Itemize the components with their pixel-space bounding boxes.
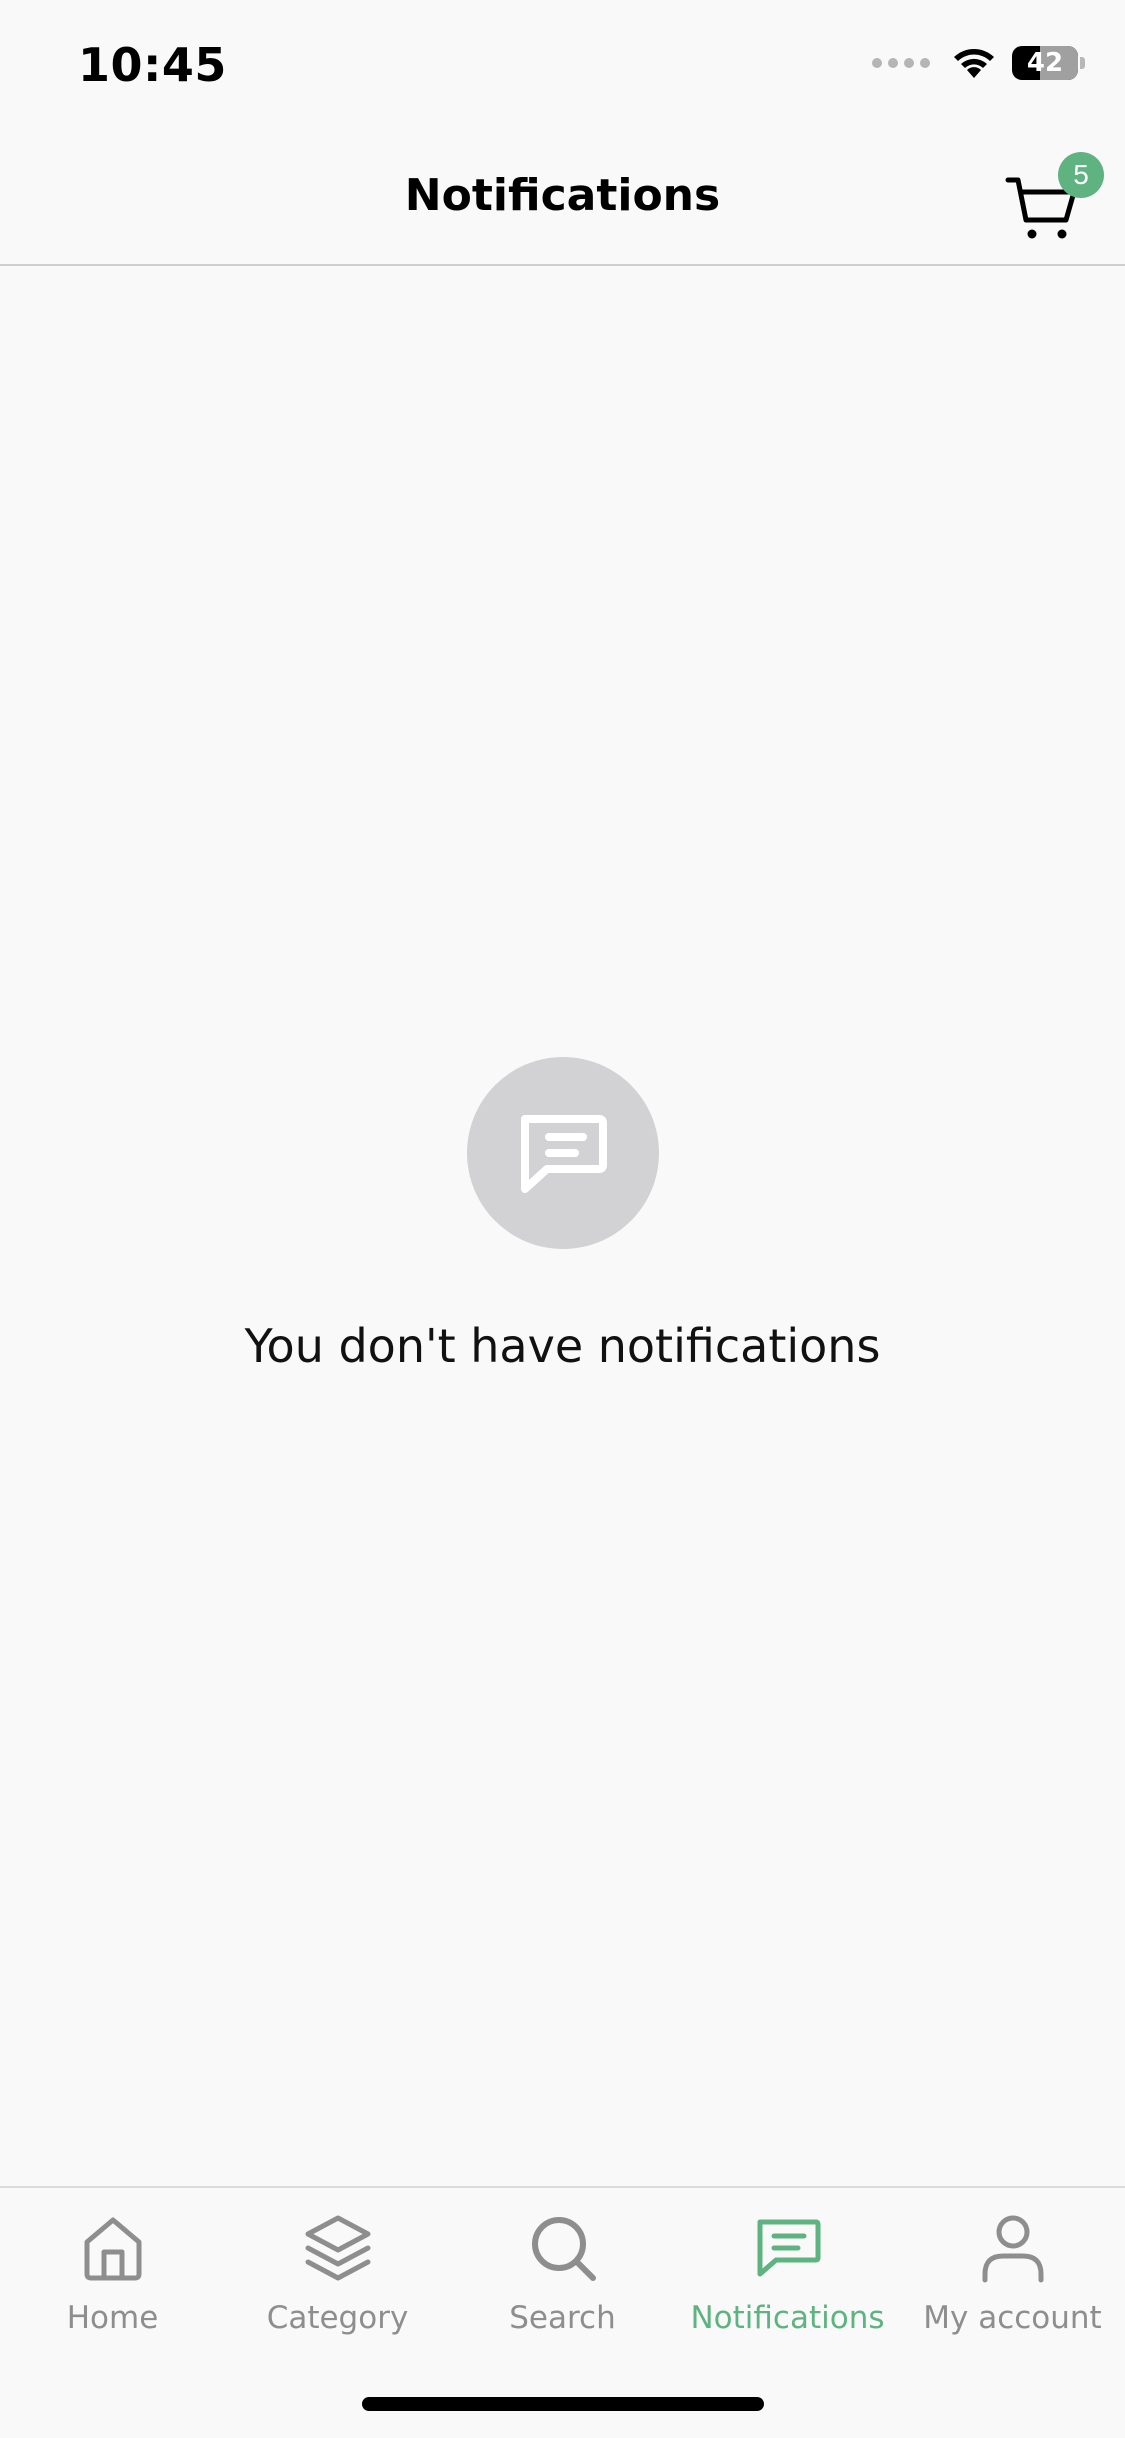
status-time: 10:45 xyxy=(78,38,227,92)
tab-label-my-account: My account xyxy=(923,2300,1102,2336)
empty-state-message: You don't have notifications xyxy=(244,1319,881,1373)
search-icon xyxy=(531,2217,596,2281)
cart-button[interactable]: 5 xyxy=(998,152,1104,252)
tab-label-category: Category xyxy=(266,2300,409,2336)
status-bar: 10:45 42 xyxy=(0,0,1125,140)
tab-label-search: Search xyxy=(509,2300,616,2336)
battery-cap xyxy=(1080,57,1085,69)
tab-search[interactable]: Search xyxy=(450,2212,675,2352)
tab-label-home: Home xyxy=(66,2300,159,2336)
tab-category[interactable]: Category xyxy=(225,2212,450,2352)
empty-state-icon-container xyxy=(466,1057,659,1249)
navigation-header: Notifications 5 xyxy=(0,140,1125,266)
tab-notifications[interactable]: Notifications xyxy=(675,2212,900,2352)
cart-count-badge: 5 xyxy=(1058,152,1104,198)
user-icon xyxy=(982,2215,1043,2283)
wifi-icon xyxy=(954,49,994,78)
tab-my-account[interactable]: My account xyxy=(900,2212,1125,2352)
home-indicator[interactable] xyxy=(362,2397,764,2411)
empty-state: You don't have notifications xyxy=(0,1057,1125,1373)
page-title: Notifications xyxy=(404,170,721,221)
tab-label-notifications: Notifications xyxy=(690,2300,885,2336)
layers-icon xyxy=(305,2215,370,2281)
home-icon xyxy=(84,2217,141,2281)
battery-icon: 42 xyxy=(1012,46,1078,80)
battery-percentage: 42 xyxy=(1026,48,1064,78)
message-square-icon xyxy=(520,1115,607,1193)
tab-home[interactable]: Home xyxy=(0,2212,225,2352)
status-indicators: 42 xyxy=(872,46,1085,80)
cellular-signal-icon xyxy=(872,58,930,68)
message-square-icon xyxy=(757,2219,820,2277)
